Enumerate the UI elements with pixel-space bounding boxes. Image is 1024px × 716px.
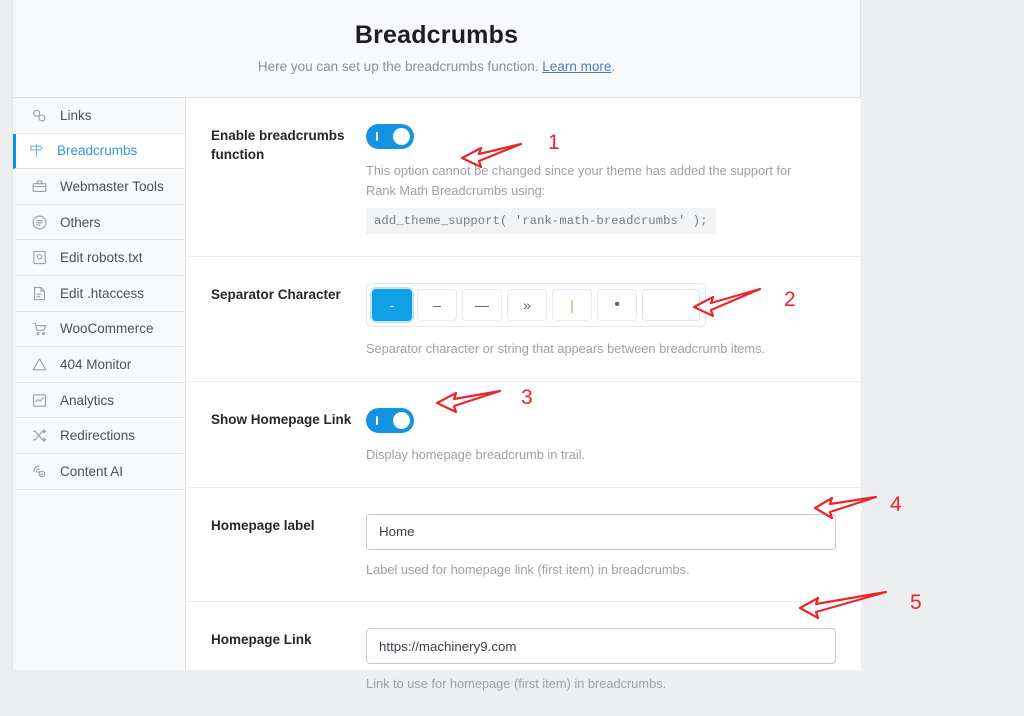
page-header: Breadcrumbs Here you can set up the brea… (13, 0, 860, 98)
separator-help: Separator character or string that appea… (366, 340, 766, 356)
separator-option-em-dash[interactable]: — (462, 288, 502, 321)
page-subtitle-text: Here you can set up the breadcrumbs func… (257, 59, 543, 74)
cart-icon (30, 319, 49, 338)
toolbox-icon (30, 177, 49, 196)
field-row-homepage-label: Homepage label Label used for homepage l… (186, 488, 861, 603)
warning-icon (30, 355, 49, 374)
sidebar-item-links[interactable]: Links (13, 98, 185, 134)
enable-breadcrumbs-help: This option cannot be changed since your… (366, 163, 792, 198)
show-homepage-link-toggle[interactable] (366, 407, 414, 433)
homepage-link-help: Link to use for homepage (first item) in… (366, 676, 667, 692)
sidebar-item-others[interactable]: Others (13, 205, 185, 241)
sidebar-item-webmaster-tools[interactable]: Webmaster Tools (13, 169, 185, 205)
document-icon (30, 284, 49, 303)
separator-option-bullet[interactable]: • (597, 288, 637, 321)
sidebar-item-breadcrumbs[interactable]: Breadcrumbs (13, 133, 185, 170)
field-label: Homepage Link (211, 632, 312, 648)
annotation-number-3: 3 (521, 386, 533, 409)
sidebar-item-label: Redirections (60, 428, 136, 444)
field-body: - – — » | • Separator character or strin… (366, 282, 836, 359)
toggle-bar (376, 132, 378, 141)
homepage-label-input[interactable] (366, 513, 836, 550)
homepage-link-input[interactable] (366, 628, 836, 665)
sidebar-item-edit-robots-txt[interactable]: Edit robots.txt (13, 240, 185, 276)
page-subtitle-suffix: . (611, 59, 616, 74)
sidebar-item-analytics[interactable]: Analytics (13, 383, 185, 419)
homepage-label-help: Label used for homepage link (first item… (366, 561, 690, 577)
list-circle-icon (30, 213, 49, 232)
sidebar-item-content-ai[interactable]: Content AI (13, 454, 185, 490)
toggle-knob (393, 411, 410, 429)
field-body: Label used for homepage link (first item… (366, 513, 836, 580)
sidebar-item-label: Breadcrumbs (57, 143, 138, 159)
sidebar-item-redirections[interactable]: Redirections (13, 418, 185, 454)
signpost-icon (27, 141, 46, 160)
separator-custom-wrapper (642, 288, 700, 321)
content-ai-icon (30, 462, 49, 481)
theme-support-code: add_theme_support( 'rank-math-breadcrumb… (366, 207, 716, 234)
sidebar-item-label: 404 Monitor (60, 356, 132, 372)
robots-file-icon (30, 248, 49, 267)
sidebar-item-label: Links (60, 107, 92, 123)
sidebar-item-label: Edit robots.txt (60, 250, 143, 266)
link-icon (30, 106, 49, 125)
sidebar-item-label: WooCommerce (60, 321, 154, 337)
sidebar-item-label: Edit .htaccess (60, 285, 145, 301)
settings-panel: Breadcrumbs Here you can set up the brea… (12, 0, 861, 691)
field-label: Separator Character (211, 286, 341, 302)
sidebar-item-label: Content AI (60, 463, 124, 479)
chart-icon (30, 391, 49, 410)
annotation-number-2: 2 (784, 288, 796, 311)
separator-custom-input[interactable] (643, 289, 699, 320)
sidebar-item-label: Others (60, 214, 101, 230)
sidebar-item-label: Analytics (60, 392, 115, 408)
toggle-knob (393, 128, 410, 145)
page-subtitle: Here you can set up the breadcrumbs func… (13, 58, 860, 76)
page-title: Breadcrumbs (354, 21, 519, 49)
toggle-bar (376, 415, 378, 425)
field-label: Enable breadcrumbs function (211, 128, 345, 163)
sidebar-item-label: Webmaster Tools (60, 178, 164, 194)
separator-option-en-dash[interactable]: – (417, 288, 457, 321)
separator-option-guillemet[interactable]: » (507, 288, 547, 321)
field-body: Display homepage breadcrumb in trail. (366, 407, 836, 465)
field-label: Show Homepage Link (211, 411, 352, 427)
settings-content: Enable breadcrumbs function This option … (186, 98, 861, 691)
shuffle-icon (30, 426, 49, 445)
sidebar-nav: Links Breadcrumbs Webmaster Tools Others… (13, 98, 186, 670)
enable-breadcrumbs-toggle[interactable] (366, 124, 414, 149)
sidebar-item-woocommerce[interactable]: WooCommerce (13, 312, 185, 348)
field-row-separator-character: Separator Character - – — » | • Separato… (186, 257, 861, 382)
learn-more-link[interactable]: Learn more (542, 59, 611, 74)
annotation-number-4: 4 (890, 493, 902, 516)
sidebar-item-404-monitor[interactable]: 404 Monitor (13, 347, 185, 383)
field-label: Homepage label (211, 517, 315, 533)
separator-option-pipe[interactable]: | (552, 288, 592, 321)
annotation-number-1: 1 (548, 131, 560, 154)
field-body: Link to use for homepage (first item) in… (366, 628, 836, 694)
field-row-enable-breadcrumbs: Enable breadcrumbs function This option … (186, 98, 861, 257)
annotation-number-5: 5 (910, 591, 922, 614)
show-homepage-link-help: Display homepage breadcrumb in trail. (366, 446, 586, 462)
sidebar-item-edit-htaccess[interactable]: Edit .htaccess (13, 276, 185, 312)
field-row-homepage-link: Homepage Link Link to use for homepage (… (186, 602, 861, 716)
field-body: This option cannot be changed since your… (366, 124, 836, 234)
separator-option-group: - – — » | • (366, 282, 706, 327)
separator-option-hyphen[interactable]: - (372, 288, 412, 321)
body-split: Links Breadcrumbs Webmaster Tools Others… (13, 98, 861, 691)
